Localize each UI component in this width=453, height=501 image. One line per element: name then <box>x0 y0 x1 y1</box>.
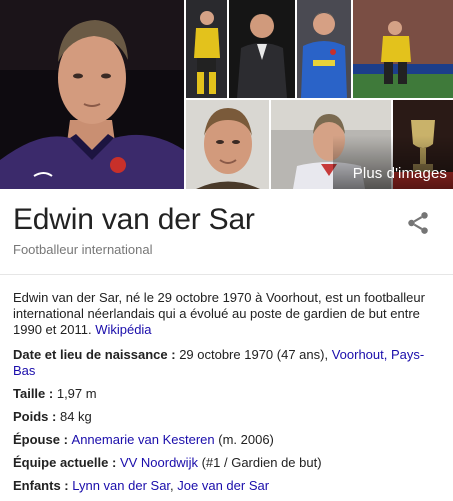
description-text: Edwin van der Sar, né le 29 octobre 1970… <box>13 290 425 337</box>
entity-title: Edwin van der Sar <box>13 203 255 236</box>
fact-row-spouse: Épouse : Annemarie van Kesteren (m. 2006… <box>13 432 274 447</box>
fact-row-height: Taille : 1,97 m <box>13 386 97 401</box>
more-images-button[interactable]: Plus d'images <box>333 100 453 189</box>
fact-row-children: Enfants : Lynn van der Sar, Joe van der … <box>13 478 270 493</box>
fact-label-spouse: Épouse <box>13 432 60 447</box>
thumbnail-image-4[interactable] <box>353 0 453 98</box>
fact-link-spouse[interactable]: Annemarie van Kesteren <box>72 432 215 447</box>
fact-link-child-1[interactable]: Lynn van der Sar <box>72 478 170 493</box>
fact-row-team: Équipe actuelle : VV Noordwijk (#1 / Gar… <box>13 455 322 470</box>
fact-link-child-2[interactable]: Joe van der Sar <box>177 478 269 493</box>
fact-link-team[interactable]: VV Noordwijk <box>120 455 198 470</box>
facts-list: Date et lieu de naissance : 29 octobre 1… <box>13 347 443 501</box>
thumbnail-image-1[interactable] <box>186 0 227 98</box>
fact-label-birth: Date et lieu de naissance <box>13 347 168 362</box>
thumbnail-image-3[interactable] <box>297 0 351 98</box>
fact-label-weight: Poids <box>13 409 49 424</box>
fact-row-birth: Date et lieu de naissance : 29 octobre 1… <box>13 347 425 378</box>
fact-label-team: Équipe actuelle <box>13 455 109 470</box>
knowledge-panel-header: Edwin van der Sar Footballeur internatio… <box>0 189 453 275</box>
share-button[interactable] <box>405 210 431 236</box>
fact-value-team-extra: (#1 / Gardien de but) <box>201 455 322 470</box>
entity-description: Edwin van der Sar, né le 29 octobre 1970… <box>13 290 443 338</box>
share-icon <box>408 212 428 234</box>
fact-value-weight: 84 kg <box>59 409 92 424</box>
fact-value-spouse-extra: (m. 2006) <box>218 432 274 447</box>
fact-label-height: Taille <box>13 386 46 401</box>
image-mosaic: Plus d'images <box>0 0 453 189</box>
wikipedia-source-link[interactable]: Wikipédia <box>95 322 151 337</box>
fact-row-weight: Poids : 84 kg <box>13 409 92 424</box>
entity-subtitle: Footballeur international <box>13 242 153 257</box>
thumbnail-image-2[interactable] <box>229 0 295 98</box>
fact-value-height: 1,97 m <box>56 386 97 401</box>
main-portrait-image[interactable] <box>0 0 184 189</box>
fact-value-birth-date: 29 octobre 1970 (47 ans) <box>179 347 325 362</box>
more-images-label: Plus d'images <box>352 165 447 182</box>
thumbnail-image-5[interactable] <box>186 100 269 189</box>
fact-label-children: Enfants <box>13 478 61 493</box>
